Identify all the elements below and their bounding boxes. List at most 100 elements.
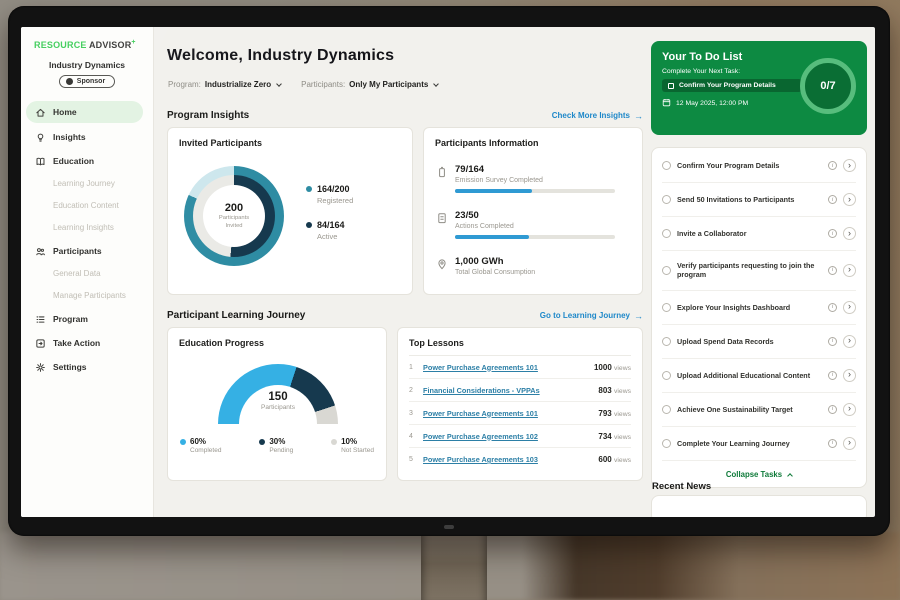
location-pin-icon — [436, 256, 448, 276]
chevron-down-icon — [433, 81, 439, 87]
task-checkbox-icon[interactable] — [662, 229, 671, 238]
info-icon[interactable]: i — [828, 405, 837, 414]
info-icon[interactable]: i — [828, 266, 837, 275]
sponsor-badge: Sponsor — [59, 75, 115, 88]
lesson-link[interactable]: Power Purchase Agreements 101 — [423, 409, 598, 418]
donut-inner-ring: 200 Participants Invited — [193, 175, 275, 257]
sidebar-item-participants[interactable]: Participants — [21, 241, 153, 261]
task-checkbox-icon[interactable] — [662, 371, 671, 380]
chevron-right-icon[interactable]: › — [843, 403, 856, 416]
lesson-views-label: views — [614, 365, 631, 372]
todo-task-row[interactable]: Upload Additional Educational Content i … — [662, 359, 856, 393]
chevron-right-icon[interactable]: › — [843, 335, 856, 348]
task-checkbox-icon[interactable] — [662, 439, 671, 448]
lightbulb-icon — [35, 132, 46, 143]
section-title: Participant Learning Journey — [167, 310, 305, 321]
info-icon[interactable]: i — [828, 439, 837, 448]
info-icon[interactable]: i — [828, 371, 837, 380]
legend-dot — [331, 439, 337, 445]
task-checkbox-icon[interactable] — [662, 195, 671, 204]
sidebar-item-education[interactable]: Education — [21, 151, 153, 171]
calendar-icon — [662, 98, 671, 109]
sidebar-item-insights[interactable]: Insights — [21, 127, 153, 147]
lesson-row: 4 Power Purchase Agreements 102 734 view… — [409, 425, 631, 448]
legend-item-active: 84/164 Active — [306, 220, 353, 241]
info-icon[interactable]: i — [828, 337, 837, 346]
chevron-right-icon[interactable]: › — [843, 193, 856, 206]
lesson-link[interactable]: Power Purchase Agreements 102 — [423, 432, 598, 441]
chevron-right-icon[interactable]: › — [843, 264, 856, 277]
sidebar-nav: Home Insights Education Learning Journey… — [21, 101, 153, 377]
todo-task-row[interactable]: Upload Spend Data Records i › — [662, 325, 856, 359]
info-icon[interactable]: i — [828, 161, 837, 170]
legend-item-pending: 30% Pending — [259, 437, 293, 454]
task-checkbox-icon[interactable] — [662, 337, 671, 346]
chevron-right-icon[interactable]: › — [843, 301, 856, 314]
legend-dot — [306, 222, 312, 228]
info-icon[interactable]: i — [828, 195, 837, 204]
brand-plus: + — [131, 39, 135, 46]
task-checkbox-icon[interactable] — [662, 161, 671, 170]
lesson-list: 1 Power Purchase Agreements 101 1000 vie… — [409, 356, 631, 471]
next-task-row[interactable]: Confirm Your Program Details — [662, 79, 802, 92]
sidebar-item-program[interactable]: Program — [21, 309, 153, 329]
todo-task-row[interactable]: Complete Your Learning Journey i › — [662, 427, 856, 461]
checkbox-icon[interactable] — [668, 83, 674, 89]
todo-task-row[interactable]: Confirm Your Program Details i › — [662, 149, 856, 183]
lesson-views: 1000 views — [594, 363, 631, 372]
invited-donut-chart: 200 Participants Invited — [184, 166, 284, 266]
lesson-views-count: 803 — [598, 386, 611, 395]
list-icon — [35, 314, 46, 325]
task-label: Upload Spend Data Records — [677, 337, 822, 346]
action-arrow-icon — [35, 338, 46, 349]
chevron-right-icon[interactable]: › — [843, 227, 856, 240]
task-checkbox-icon[interactable] — [662, 303, 671, 312]
sidebar-item-learning-journey[interactable]: Learning Journey — [21, 175, 153, 192]
lesson-views: 803 views — [598, 386, 631, 395]
next-task-label: Confirm Your Program Details — [679, 82, 776, 89]
sidebar-item-education-content[interactable]: Education Content — [21, 197, 153, 214]
task-label: Invite a Collaborator — [677, 229, 822, 238]
recent-news-card — [651, 495, 867, 517]
chevron-right-icon[interactable]: › — [843, 437, 856, 450]
lesson-views: 600 views — [598, 455, 631, 464]
task-checkbox-icon[interactable] — [662, 266, 671, 275]
todo-task-row[interactable]: Invite a Collaborator i › — [662, 217, 856, 251]
participants-filter-dropdown[interactable]: Participants: Only My Participants — [301, 80, 438, 89]
sponsor-badge-label: Sponsor — [77, 78, 105, 85]
card-title: Top Lessons — [409, 338, 631, 356]
chevron-right-icon[interactable]: › — [843, 369, 856, 382]
lesson-link[interactable]: Financial Considerations - VPPAs — [423, 386, 598, 395]
todo-task-row[interactable]: Achieve One Sustainability Target i › — [662, 393, 856, 427]
check-more-insights-link[interactable]: Check More Insights → — [552, 111, 643, 121]
education-progress-card: Education Progress 150 Participants 60% — [167, 327, 387, 481]
lesson-views-count: 600 — [598, 455, 611, 464]
todo-task-row[interactable]: Verify participants requesting to join t… — [662, 251, 856, 291]
lesson-rank: 4 — [409, 433, 423, 440]
card-title: Education Progress — [168, 328, 386, 348]
lesson-link[interactable]: Power Purchase Agreements 103 — [423, 455, 598, 464]
sidebar-item-home[interactable]: Home — [26, 101, 143, 123]
task-label: Achieve One Sustainability Target — [677, 405, 822, 414]
sidebar-item-manage-participants[interactable]: Manage Participants — [21, 287, 153, 304]
todo-task-row[interactable]: Send 50 Invitations to Participants i › — [662, 183, 856, 217]
lesson-rank: 5 — [409, 456, 423, 463]
task-checkbox-icon[interactable] — [662, 405, 671, 414]
arrow-right-icon: → — [634, 111, 643, 121]
go-to-learning-journey-link[interactable]: Go to Learning Journey → — [540, 311, 643, 321]
info-icon[interactable]: i — [828, 229, 837, 238]
lesson-row: 2 Financial Considerations - VPPAs 803 v… — [409, 379, 631, 402]
legend-item-not-started: 10% Not Started — [331, 437, 374, 454]
todo-task-row[interactable]: Explore Your Insights Dashboard i › — [662, 291, 856, 325]
home-icon — [35, 107, 46, 118]
top-lessons-card: Top Lessons 1 Power Purchase Agreements … — [397, 327, 643, 481]
chevron-right-icon[interactable]: › — [843, 159, 856, 172]
lesson-link[interactable]: Power Purchase Agreements 101 — [423, 363, 594, 372]
sidebar-item-general-data[interactable]: General Data — [21, 265, 153, 282]
sidebar-item-take-action[interactable]: Take Action — [21, 333, 153, 353]
checklist-icon — [436, 210, 448, 239]
program-filter-dropdown[interactable]: Program: Industrialize Zero — [168, 80, 281, 89]
info-icon[interactable]: i — [828, 303, 837, 312]
sidebar-item-settings[interactable]: Settings — [21, 357, 153, 377]
sidebar-item-learning-insights[interactable]: Learning Insights — [21, 219, 153, 236]
